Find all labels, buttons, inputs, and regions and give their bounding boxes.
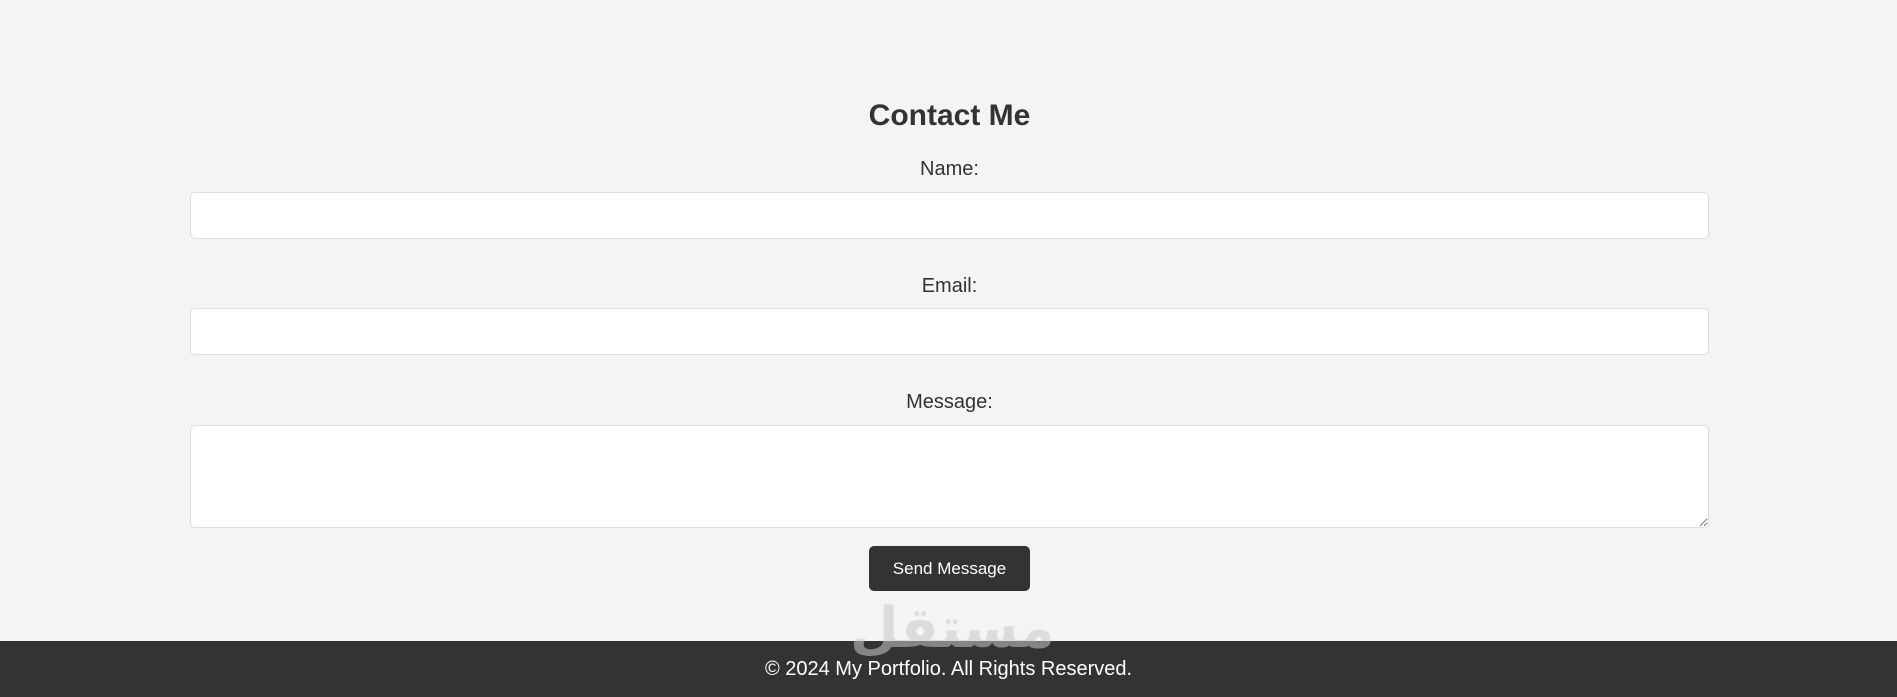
footer: © 2024 My Portfolio. All Rights Reserved… bbox=[0, 641, 1897, 697]
footer-copyright: © 2024 My Portfolio. All Rights Reserved… bbox=[764, 658, 1133, 680]
contact-heading: Contact Me bbox=[868, 99, 1031, 132]
message-label: Message: bbox=[906, 391, 993, 413]
message-textarea[interactable] bbox=[190, 425, 1709, 528]
send-message-button[interactable]: Send Message bbox=[869, 546, 1030, 591]
name-input[interactable] bbox=[190, 192, 1709, 239]
contact-section: Contact Me Name: Email: Message: Send Me… bbox=[190, 0, 1709, 641]
email-label: Email: bbox=[921, 275, 978, 297]
page: Contact Me Name: Email: Message: Send Me… bbox=[0, 0, 1897, 697]
email-input[interactable] bbox=[190, 308, 1709, 355]
name-label: Name: bbox=[920, 158, 979, 180]
